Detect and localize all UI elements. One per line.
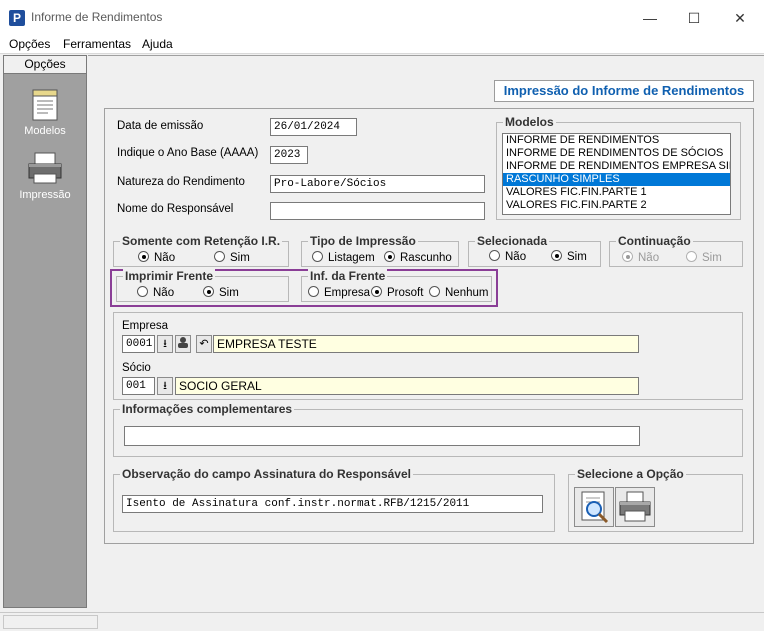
preview-icon <box>581 491 609 524</box>
status-bar <box>0 612 764 631</box>
menu-ajuda[interactable]: Ajuda <box>142 37 173 51</box>
modelos-title: Modelos <box>503 115 556 129</box>
socio-lookup-button[interactable]: ⭳ <box>157 377 173 395</box>
imprimir-frente-group: Imprimir Frente Não Sim <box>116 269 289 302</box>
sidebar-header: Opções <box>4 56 86 74</box>
window-title: Informe de Rendimentos <box>31 10 163 24</box>
listagem-radio[interactable]: Listagem <box>312 251 375 264</box>
maximize-icon[interactable]: ☐ <box>684 8 704 28</box>
preview-button[interactable] <box>574 487 614 527</box>
empresa-undo-button[interactable]: ↶ <box>196 335 212 353</box>
empresa-code-field[interactable]: 0001 <box>122 335 155 353</box>
retencao-nao-radio[interactable]: Não <box>138 251 175 264</box>
printer-icon[interactable] <box>26 149 64 187</box>
socio-label: Sócio <box>122 362 151 374</box>
app-icon: P <box>9 10 25 26</box>
title-bar: P Informe de Rendimentos — ☐ ✕ <box>0 0 764 34</box>
continuacao-group: Continuação Não Sim <box>609 234 743 267</box>
selecionada-group: Selecionada Não Sim <box>468 234 601 267</box>
imprimir-frente-title: Imprimir Frente <box>123 269 216 283</box>
continuacao-sim-radio: Sim <box>686 251 722 264</box>
inf-frente-nenhum-radio[interactable]: Nenhum <box>429 286 488 299</box>
modelos-list[interactable]: INFORME DE RENDIMENTOS INFORME DE RENDIM… <box>502 133 731 215</box>
selecionada-nao-radio[interactable]: Não <box>489 250 526 263</box>
document-icon[interactable] <box>28 87 62 123</box>
sidebar-item-impressao[interactable]: Impressão <box>4 189 86 201</box>
socio-code-field[interactable]: 001 <box>122 377 155 395</box>
inf-frente-prosoft-radio[interactable]: Prosoft <box>371 286 423 299</box>
list-item[interactable]: INFORME DE RENDIMENTOS DE SÓCIOS <box>503 147 730 160</box>
info-complementares-title: Informações complementares <box>120 402 295 416</box>
ano-base-label: Indique o Ano Base (AAAA) <box>117 147 259 159</box>
menu-ferramentas[interactable]: Ferramentas <box>63 37 131 51</box>
empresa-label: Empresa <box>122 320 169 332</box>
empresa-person-button[interactable] <box>175 335 191 353</box>
close-icon[interactable]: ✕ <box>730 8 750 28</box>
selecionada-title: Selecionada <box>475 234 550 248</box>
responsavel-field[interactable] <box>270 202 485 220</box>
list-item[interactable]: VALORES FIC.FIN.PARTE 1 <box>503 186 730 199</box>
page-title: Impressão do Informe de Rendimentos <box>494 80 754 102</box>
print-button[interactable] <box>615 487 655 527</box>
continuacao-nao-radio: Não <box>622 251 659 264</box>
imprimir-frente-sim-radio[interactable]: Sim <box>203 286 239 299</box>
menu-opcoes[interactable]: Opções <box>9 37 50 51</box>
data-emissao-label: Data de emissão <box>117 120 204 132</box>
inf-frente-group: Inf. da Frente Empresa Prosoft Nenhum <box>301 269 492 302</box>
inf-frente-title: Inf. da Frente <box>308 269 388 283</box>
inf-frente-empresa-radio[interactable]: Empresa <box>308 286 370 299</box>
retencao-sim-radio[interactable]: Sim <box>214 251 250 264</box>
empresa-name-field[interactable]: EMPRESA TESTE <box>213 335 639 353</box>
retencao-group: Somente com Retenção I.R. Não Sim <box>113 234 289 267</box>
natureza-label: Natureza do Rendimento <box>117 176 245 188</box>
tipo-impressao-group: Tipo de Impressão Listagem Rascunho <box>301 234 459 267</box>
empresa-lookup-button[interactable]: ⭳ <box>157 335 173 353</box>
sidebar-item-modelos[interactable]: Modelos <box>4 125 86 137</box>
data-emissao-field[interactable]: 26/01/2024 <box>270 118 357 136</box>
selecione-title: Selecione a Opção <box>575 467 686 481</box>
list-item-selected[interactable]: RASCUNHO SIMPLES <box>503 173 730 186</box>
sidebar: Opções Modelos Impressão <box>3 55 87 608</box>
rascunho-radio[interactable]: Rascunho <box>384 251 452 264</box>
printer-icon <box>619 491 651 522</box>
continuacao-title: Continuação <box>616 234 693 248</box>
person-icon <box>178 337 188 348</box>
observacao-title: Observação do campo Assinatura do Respon… <box>120 467 413 481</box>
info-complementares-field[interactable] <box>124 426 640 446</box>
imprimir-frente-nao-radio[interactable]: Não <box>137 286 174 299</box>
ano-base-field[interactable]: 2023 <box>270 146 308 164</box>
natureza-field[interactable]: Pro-Labore/Sócios <box>270 175 485 193</box>
list-item[interactable]: INFORME DE RENDIMENTOS <box>503 134 730 147</box>
status-panel <box>3 615 98 629</box>
socio-name-field[interactable]: SOCIO GERAL <box>175 377 639 395</box>
menu-bar: Opções Ferramentas Ajuda <box>0 34 764 54</box>
observacao-field[interactable]: Isento de Assinatura conf.instr.normat.R… <box>122 495 543 513</box>
responsavel-label: Nome do Responsável <box>117 203 234 215</box>
retencao-title: Somente com Retenção I.R. <box>120 234 283 248</box>
minimize-icon[interactable]: — <box>640 8 660 28</box>
main-separator <box>88 55 764 57</box>
selecionada-sim-radio[interactable]: Sim <box>551 250 587 263</box>
list-item[interactable]: VALORES FIC.FIN.PARTE 2 <box>503 199 730 212</box>
tipo-impressao-title: Tipo de Impressão <box>308 234 418 248</box>
list-item[interactable]: INFORME DE RENDIMENTOS EMPRESA SIM <box>503 160 730 173</box>
